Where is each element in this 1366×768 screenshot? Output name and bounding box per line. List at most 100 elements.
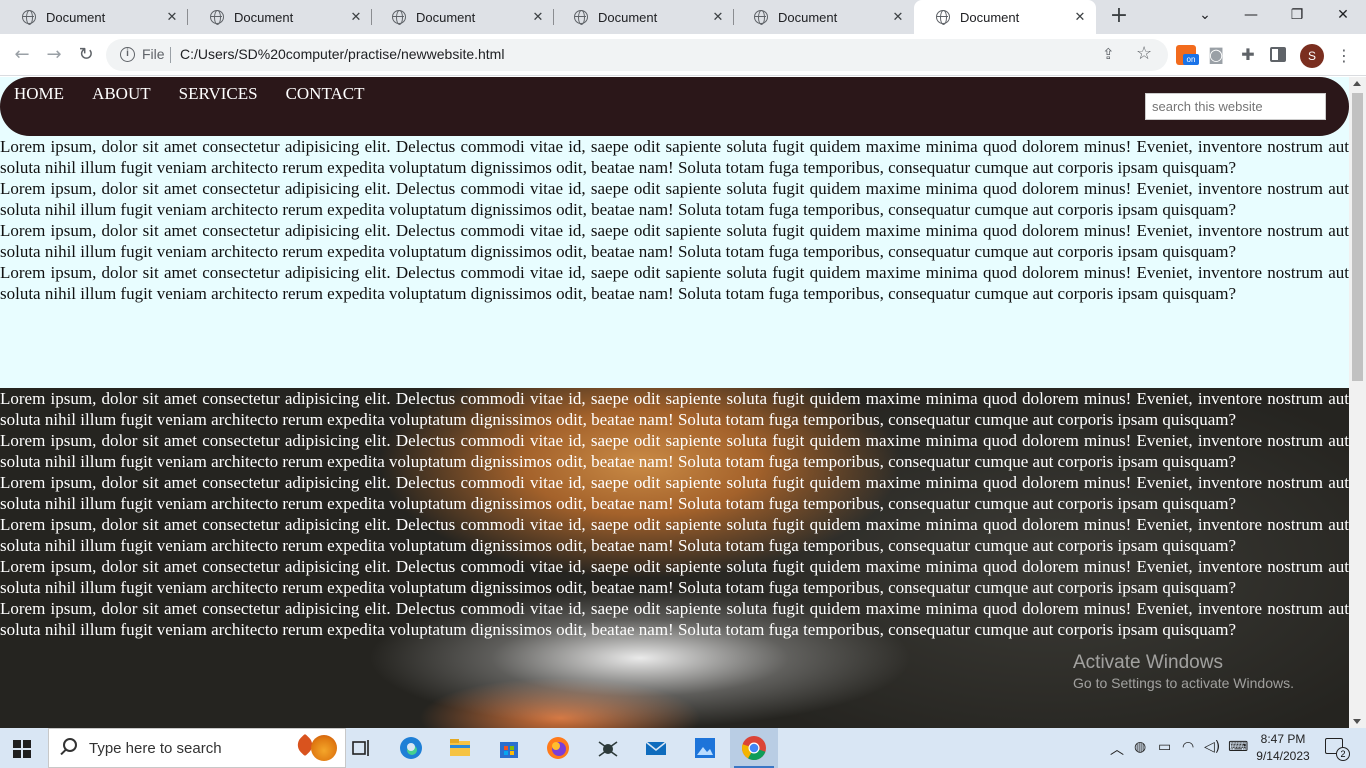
globe-icon <box>210 10 224 25</box>
scrollbar-thumb[interactable] <box>1352 93 1363 381</box>
close-tab-icon[interactable]: ✕ <box>530 9 546 25</box>
search-icon <box>63 738 77 752</box>
store-icon[interactable] <box>495 734 523 762</box>
scroll-down-arrow-icon[interactable] <box>1353 719 1361 724</box>
browser-toolbar: ← → ↻ i File C:/Users/SD%20computer/prac… <box>0 34 1366 76</box>
minimize-icon[interactable]: — <box>1228 0 1274 32</box>
close-window-icon[interactable]: ✕ <box>1320 0 1366 32</box>
notification-count-badge: 2 <box>1336 747 1350 761</box>
tab-title: Document <box>960 9 1020 25</box>
notification-center-icon[interactable]: 2 <box>1325 738 1350 761</box>
taskbar-search-placeholder: Type here to search <box>89 740 222 757</box>
close-tab-icon[interactable]: ✕ <box>890 9 906 25</box>
lorem-paragraph: Lorem ipsum, dolor sit amet consectetur … <box>0 389 1349 429</box>
edge-icon[interactable] <box>397 734 425 762</box>
battery-icon[interactable]: ▭ <box>1158 739 1171 755</box>
light-content-section: Lorem ipsum, dolor sit amet consectetur … <box>0 136 1349 304</box>
url-text[interactable]: C:/Users/SD%20computer/practise/newwebsi… <box>180 46 504 62</box>
windows-start-icon[interactable] <box>13 740 31 758</box>
globe-icon <box>574 10 588 25</box>
chrome-icon[interactable] <box>740 734 768 762</box>
nav-link-about[interactable]: ABOUT <box>92 84 151 104</box>
forward-arrow-icon[interactable]: → <box>42 43 66 67</box>
nav-link-services[interactable]: SERVICES <box>179 84 258 104</box>
nav-link-contact[interactable]: CONTACT <box>286 84 365 104</box>
restore-icon[interactable]: ❐ <box>1274 0 1320 32</box>
lorem-paragraph: Lorem ipsum, dolor sit amet consectetur … <box>0 137 1349 177</box>
lorem-paragraph: Lorem ipsum, dolor sit amet consectetur … <box>0 431 1349 471</box>
nav-link-home[interactable]: HOME <box>14 84 64 104</box>
show-hidden-icons-chevron-icon[interactable]: ︿ <box>1110 739 1124 759</box>
lorem-paragraph: Lorem ipsum, dolor sit amet consectetur … <box>0 599 1349 639</box>
browser-tab[interactable]: Document ✕ <box>732 0 914 34</box>
site-info-icon[interactable]: i <box>120 47 135 62</box>
close-tab-icon[interactable]: ✕ <box>348 9 364 25</box>
tab-strip: Document ✕ Document ✕ Document ✕ Documen… <box>0 0 1366 34</box>
lorem-paragraph: Lorem ipsum, dolor sit amet consectetur … <box>0 179 1349 219</box>
omnibox-divider <box>170 47 171 63</box>
globe-icon <box>392 10 406 25</box>
site-search-input[interactable] <box>1145 93 1326 120</box>
tab-title: Document <box>778 9 838 25</box>
browser-tab-active[interactable]: Document ✕ <box>914 0 1096 34</box>
nav-links: HOME ABOUT SERVICES CONTACT <box>14 84 392 104</box>
clock-time: 8:47 PM <box>1260 732 1306 746</box>
page-viewport: HOME ABOUT SERVICES CONTACT Lorem ipsum,… <box>0 77 1349 728</box>
lorem-paragraph: Lorem ipsum, dolor sit amet consectetur … <box>0 263 1349 303</box>
browser-tab[interactable]: Document ✕ <box>370 0 554 34</box>
lorem-paragraph: Lorem ipsum, dolor sit amet consectetur … <box>0 515 1349 555</box>
browser-tab[interactable]: Document ✕ <box>0 0 188 34</box>
globe-icon <box>936 10 950 25</box>
browser-menu-icon[interactable]: ⋮ <box>1336 44 1352 68</box>
close-tab-icon[interactable]: ✕ <box>710 9 726 25</box>
tab-title: Document <box>234 9 294 25</box>
scroll-up-arrow-icon[interactable] <box>1353 81 1361 86</box>
spider-icon[interactable] <box>594 734 622 762</box>
extensions-puzzle-icon[interactable]: ✚ <box>1238 45 1258 65</box>
dark-content-text: Lorem ipsum, dolor sit amet consectetur … <box>0 388 1349 640</box>
windows-taskbar: Type here to search ︿ ◍ ▭ ◠ ◁) ⌨ 8:47 PM… <box>0 728 1366 768</box>
new-tab-icon[interactable]: + <box>1108 5 1130 27</box>
watermark-line1: Activate Windows <box>1073 652 1223 673</box>
reload-icon[interactable]: ↻ <box>74 43 98 67</box>
taskbar-search-box[interactable]: Type here to search <box>48 728 346 768</box>
language-icon[interactable]: ⌨ <box>1228 739 1248 755</box>
profile-avatar[interactable]: S <box>1300 44 1324 68</box>
search-highlight-icon <box>311 735 337 761</box>
globe-icon <box>754 10 768 25</box>
camera-extension-icon[interactable]: ◙ <box>1206 45 1226 65</box>
browser-tab[interactable]: Document ✕ <box>552 0 734 34</box>
globe-icon <box>22 10 36 25</box>
clock-date: 9/14/2023 <box>1256 749 1310 763</box>
wifi-icon[interactable]: ◠ <box>1182 739 1194 755</box>
tab-title: Document <box>416 9 476 25</box>
photos-icon[interactable] <box>691 734 719 762</box>
extension-onoff-icon[interactable] <box>1176 45 1199 65</box>
mail-icon[interactable] <box>642 734 670 762</box>
close-tab-icon[interactable]: ✕ <box>164 9 180 25</box>
meet-now-icon[interactable]: ◍ <box>1134 739 1146 755</box>
task-view-icon[interactable] <box>347 734 375 762</box>
page-scrollbar[interactable] <box>1349 77 1366 728</box>
bookmark-star-icon[interactable]: ☆ <box>1136 43 1152 64</box>
lorem-paragraph: Lorem ipsum, dolor sit amet consectetur … <box>0 473 1349 513</box>
file-explorer-icon[interactable] <box>446 734 474 762</box>
watermark-line2: Go to Settings to activate Windows. <box>1073 675 1294 691</box>
firefox-icon[interactable] <box>544 734 572 762</box>
share-icon[interactable]: ⇪ <box>1102 45 1115 63</box>
browser-tab[interactable]: Document ✕ <box>188 0 372 34</box>
volume-icon[interactable]: ◁) <box>1204 739 1220 755</box>
lorem-paragraph: Lorem ipsum, dolor sit amet consectetur … <box>0 557 1349 597</box>
tab-title: Document <box>598 9 658 25</box>
taskbar-clock[interactable]: 8:47 PM 9/14/2023 <box>1255 731 1311 765</box>
tab-search-chevron-icon[interactable]: ⌄ <box>1182 0 1228 32</box>
site-navbar: HOME ABOUT SERVICES CONTACT <box>0 77 1349 136</box>
side-panel-icon[interactable] <box>1270 47 1286 62</box>
back-arrow-icon[interactable]: ← <box>10 43 34 67</box>
address-bar[interactable]: i File C:/Users/SD%20computer/practise/n… <box>106 39 1168 71</box>
lorem-paragraph: Lorem ipsum, dolor sit amet consectetur … <box>0 221 1349 261</box>
tab-title: Document <box>46 9 106 25</box>
activate-windows-watermark: Activate Windows Go to Settings to activ… <box>1073 652 1294 692</box>
close-tab-icon[interactable]: ✕ <box>1072 9 1088 25</box>
url-scheme-label: File <box>142 46 165 62</box>
